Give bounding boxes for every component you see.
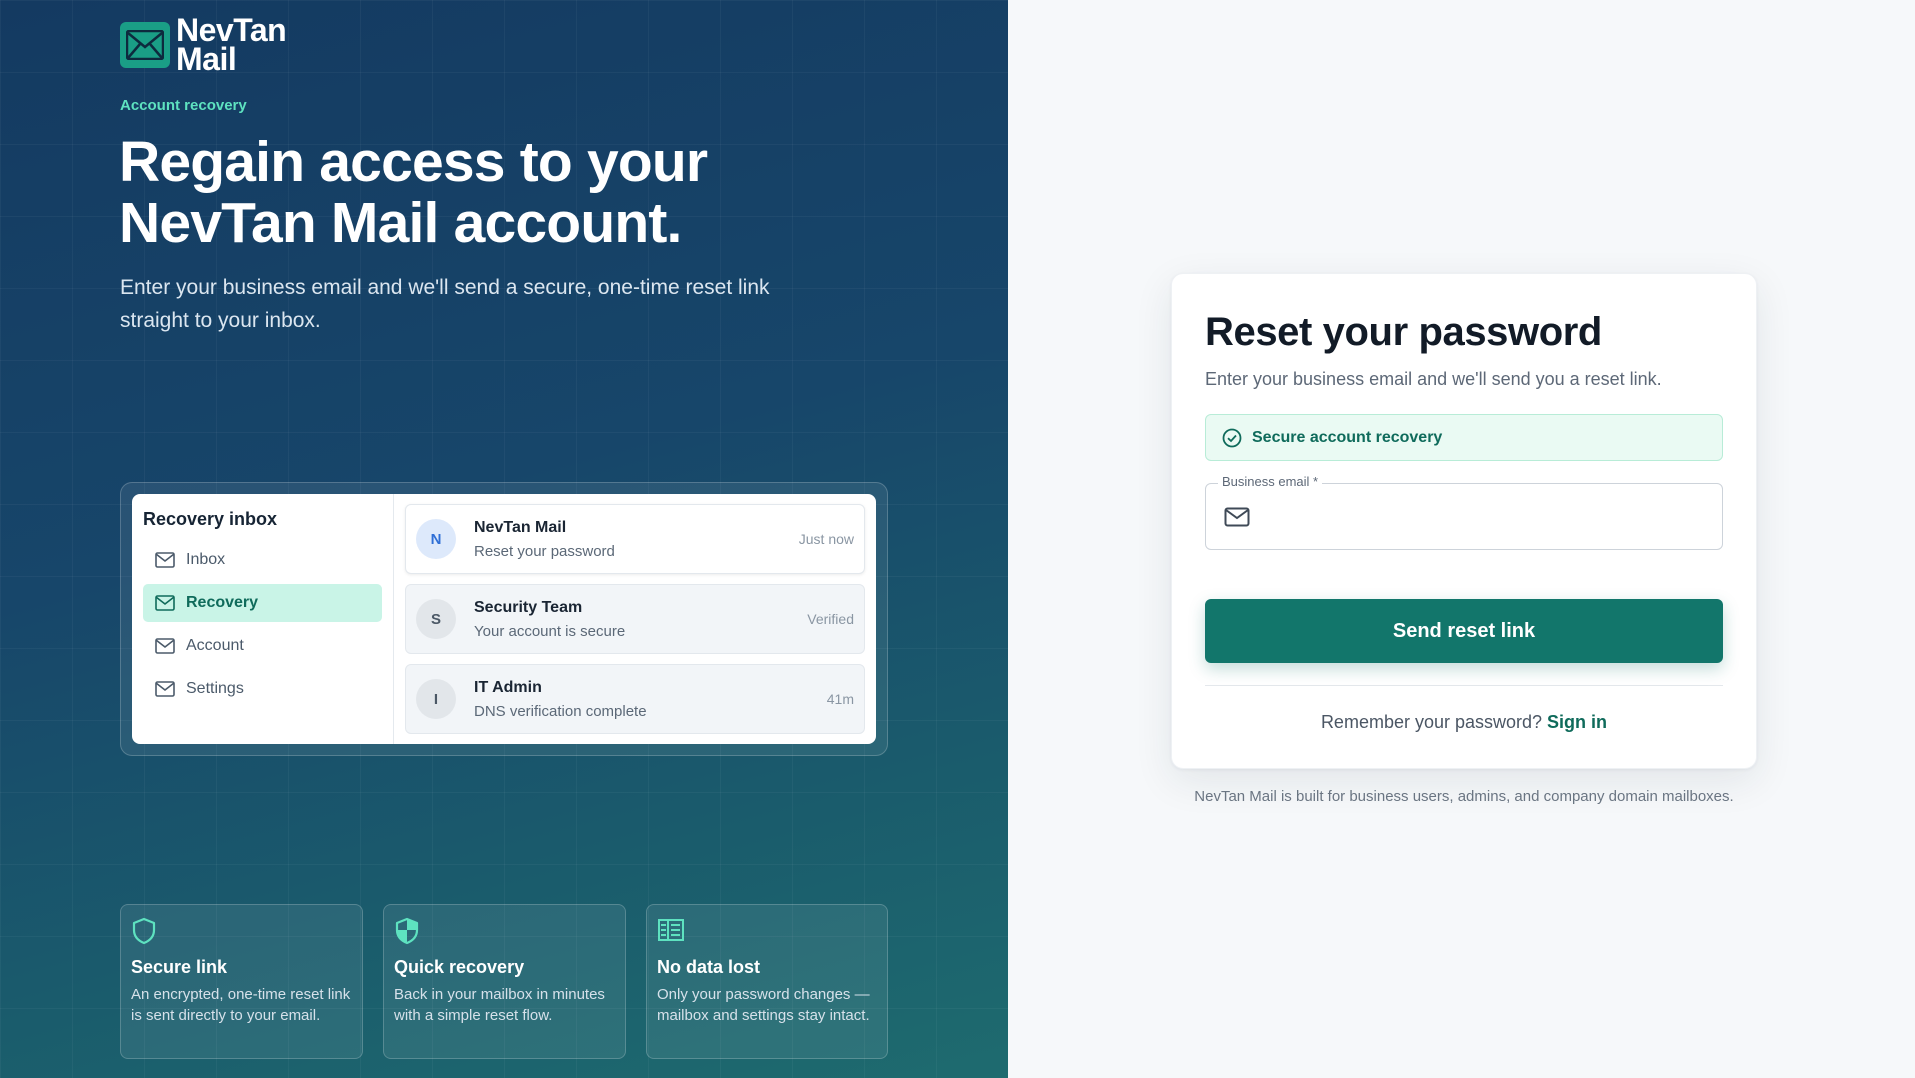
remember-password-text: Remember your password? Sign in [1320,712,1608,732]
message-row[interactable]: S Security Team Your account is secure V… [405,584,865,654]
message-sender: NevTan Mail [474,518,567,536]
form-subtitle: Enter your business email and we'll send… [1205,369,1662,389]
brand-logo[interactable]: NevTan Mail [120,12,287,77]
message-sender: Security Team [474,598,583,616]
message-status: Verified [807,611,854,627]
feature-description: Only your password changes — mailbox and… [657,986,870,1024]
send-reset-link-button[interactable]: Send reset link [1205,599,1723,663]
feature-secure-link: Secure link An encrypted, one-time reset… [120,904,363,1059]
message-time: 41m [826,691,854,707]
email-input[interactable] [1264,496,1724,538]
preview-title: Recovery inbox [143,509,278,529]
message-sender: IT Admin [474,678,542,696]
feature-no-data-lost: No data lost Only your password changes … [646,904,888,1059]
brand-name: NevTan Mail [176,12,287,77]
message-row[interactable]: I IT Admin DNS verification complete 41m [405,664,865,734]
mail-icon [155,595,175,611]
mail-icon [1224,507,1250,527]
message-subject: DNS verification complete [474,702,647,720]
building-icon [658,919,684,941]
sign-in-link[interactable]: Sign in [1547,712,1607,732]
feature-description: Back in your mailbox in minutes with a s… [394,986,605,1024]
hero-title: Regain access to your NevTan Mail accoun… [119,130,708,255]
check-circle-icon [1222,428,1242,447]
message-subject: Your account is secure [474,622,626,640]
secure-recovery-notice: Secure account recovery [1205,414,1723,461]
mail-icon [155,681,175,697]
email-label: Business email * [1218,474,1323,489]
preview-nav-inbox[interactable]: Inbox [143,541,382,579]
preview-nav-settings[interactable]: Settings [143,670,382,708]
preview-nav-account[interactable]: Account [143,627,382,665]
feature-title: Secure link [131,957,228,977]
preview-message-list: N NevTan Mail Reset your password Just n… [394,494,876,744]
feature-description: An encrypted, one-time reset link is sen… [131,986,351,1024]
envelope-logo-icon [120,22,170,68]
avatar: I [416,679,456,719]
footnote: NevTan Mail is built for business users,… [1194,788,1734,805]
shield-icon [132,917,156,945]
email-field[interactable]: Business email * [1205,474,1724,550]
avatar: S [416,599,456,639]
message-subject: Reset your password [474,542,615,560]
message-time: Just now [798,531,854,547]
feature-title: No data lost [657,957,761,977]
hero-subtitle: Enter your business email and we'll send… [120,276,770,332]
mail-icon [155,638,175,654]
mail-icon [155,552,175,568]
recovery-inbox-preview: Recovery inbox Inbox Recovery Account Se… [120,482,888,756]
hero-panel: NevTan Mail Account recovery Regain acce… [0,0,1008,1078]
preview-nav-recovery[interactable]: Recovery [143,584,382,622]
form-title: Reset your password [1205,310,1602,354]
shield-half-icon [395,917,419,945]
reset-password-card: Reset your password Enter your business … [1171,273,1757,769]
divider [1205,685,1723,686]
eyebrow-label: Account recovery [120,97,247,114]
avatar: N [416,519,456,559]
message-row[interactable]: N NevTan Mail Reset your password Just n… [405,504,865,574]
preview-sidebar: Recovery inbox Inbox Recovery Account Se… [132,494,394,744]
feature-title: Quick recovery [394,957,525,977]
feature-quick-recovery: Quick recovery Back in your mailbox in m… [383,904,626,1059]
